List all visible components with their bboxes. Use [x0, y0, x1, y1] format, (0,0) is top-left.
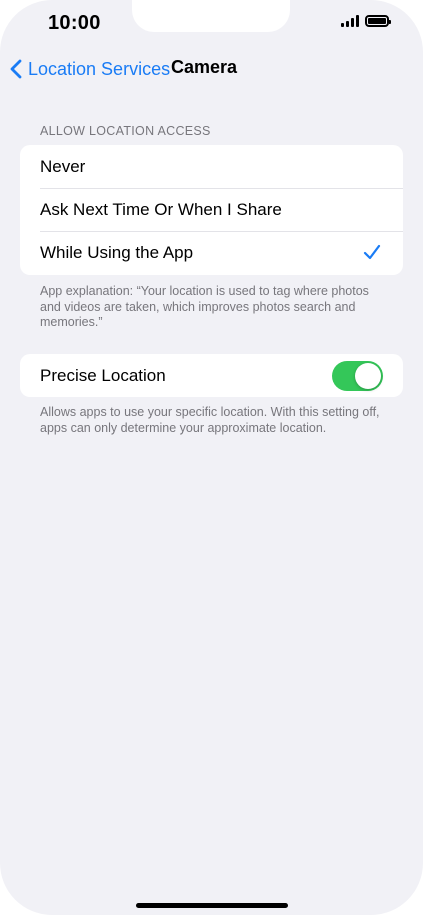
option-never[interactable]: Never [20, 145, 403, 188]
cellular-signal-icon [341, 15, 359, 27]
battery-icon [365, 15, 391, 27]
notch [132, 0, 290, 32]
back-button-label: Location Services [28, 58, 171, 79]
checkmark-icon [363, 244, 381, 260]
precise-location-toggle[interactable] [332, 361, 383, 391]
back-button[interactable]: Location Services [10, 59, 170, 80]
option-label: Ask Next Time Or When I Share [40, 199, 282, 219]
precise-location-row: Precise Location [20, 354, 403, 397]
allow-location-access-header: ALLOW LOCATION ACCESS [40, 124, 211, 138]
home-indicator[interactable] [136, 903, 288, 908]
phone-screen: 10:00 Location Services Camera ALLOW LOC… [0, 0, 423, 915]
chevron-left-icon [10, 59, 22, 79]
precise-location-description: Allows apps to use your specific locatio… [40, 405, 380, 435]
app-explanation: App explanation: “Your location is used … [40, 284, 369, 329]
option-while-using-app[interactable]: While Using the App [20, 231, 403, 274]
location-access-options: Never Ask Next Time Or When I Share Whil… [20, 145, 403, 275]
precise-location-label: Precise Location [40, 365, 166, 385]
option-label: Never [40, 156, 86, 176]
status-icons [341, 15, 391, 27]
status-time: 10:00 [48, 12, 101, 34]
page-title: Camera [171, 57, 238, 77]
option-label: While Using the App [40, 242, 194, 262]
navigation-bar: Location Services [10, 56, 170, 82]
precise-location-group: Precise Location [20, 354, 403, 397]
option-ask-next-time[interactable]: Ask Next Time Or When I Share [20, 188, 403, 231]
